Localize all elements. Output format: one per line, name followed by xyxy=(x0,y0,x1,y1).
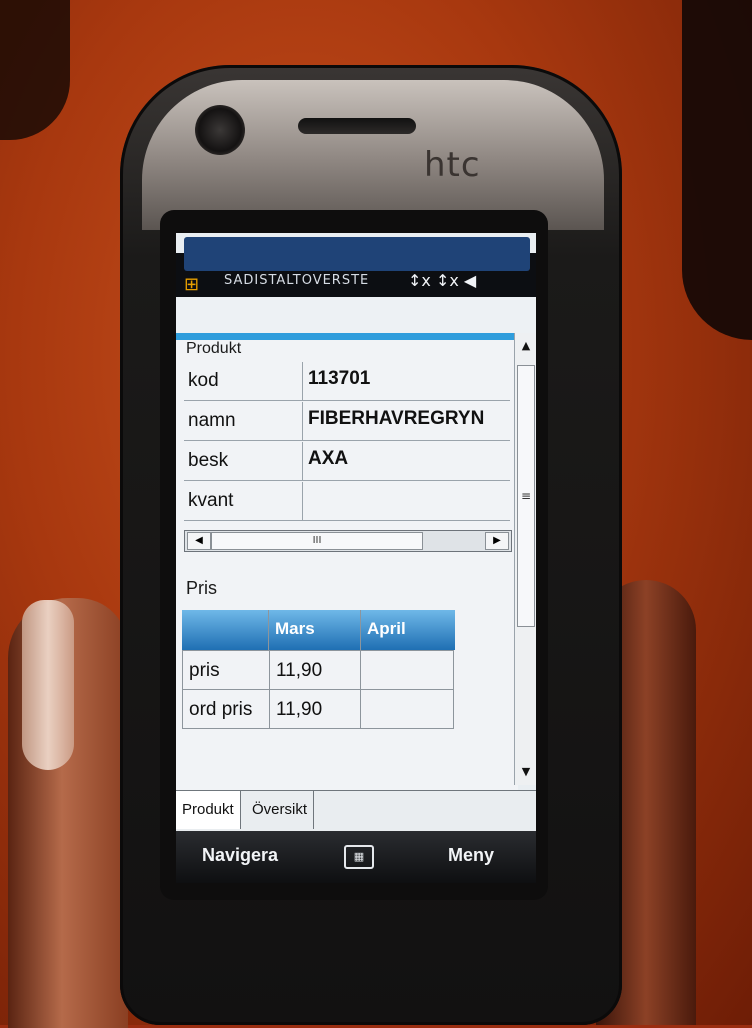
scroll-down-icon[interactable]: ▼ xyxy=(517,761,535,783)
row-value: FIBERHAVREGRYN xyxy=(308,408,485,429)
scroll-left-icon[interactable]: ◀ xyxy=(187,532,211,550)
speaker-grille xyxy=(298,118,416,134)
windows-start-icon[interactable]: ⊞ xyxy=(184,275,212,295)
table-header-cell: Mars xyxy=(268,610,361,650)
grid-row[interactable]: kvant xyxy=(184,482,510,521)
scroll-thumb[interactable]: ≡ xyxy=(517,365,535,627)
window-title: SADISTALTOVERSTE xyxy=(224,273,370,288)
row-key: kod xyxy=(188,370,219,391)
navigera-softkey[interactable]: Navigera xyxy=(202,845,278,866)
section-label-produkt: Produkt xyxy=(186,340,242,357)
table-header-cell xyxy=(182,610,268,650)
scroll-thumb[interactable]: III xyxy=(211,532,423,550)
column-divider xyxy=(302,402,303,440)
column-divider xyxy=(302,442,303,480)
section-label-pris: Pris xyxy=(186,578,217,598)
table-cell[interactable]: 11,90 xyxy=(269,650,361,690)
phone-top-chrome xyxy=(142,80,604,230)
table-cell[interactable]: 11,90 xyxy=(269,689,361,729)
column-divider xyxy=(302,362,303,400)
grid-row[interactable]: namn FIBERHAVREGRYN xyxy=(184,402,510,441)
scroll-up-icon[interactable]: ▲ xyxy=(517,335,535,357)
table-cell[interactable] xyxy=(360,689,454,729)
keyboard-icon[interactable]: ▦ xyxy=(344,845,374,869)
table-row-label: pris xyxy=(182,650,270,690)
content-pane: Produkt kod 113701 namn FIBERHAVREGRYN b… xyxy=(176,340,518,790)
subheader-bar xyxy=(176,297,536,340)
title-redaction-overlay xyxy=(184,237,530,271)
row-value: AXA xyxy=(308,448,349,469)
status-tray-icons[interactable]: ↕x ↕x ◀ xyxy=(408,271,476,290)
brand-logo: htc xyxy=(424,145,481,185)
row-key: namn xyxy=(188,410,236,431)
column-divider xyxy=(302,482,303,520)
meny-softkey[interactable]: Meny xyxy=(448,845,494,866)
scroll-right-icon[interactable]: ▶ xyxy=(485,532,509,550)
tab-bar: Produkt Översikt xyxy=(176,790,536,831)
horizontal-scrollbar[interactable]: ◀ III ▶ xyxy=(184,530,512,552)
vertical-scrollbar[interactable]: ▲ ≡ ▼ xyxy=(514,333,536,785)
table-cell[interactable] xyxy=(360,650,454,690)
softkey-bar: Navigera ▦ Meny xyxy=(176,831,536,883)
table-header-cell: April xyxy=(360,610,455,650)
row-key: besk xyxy=(188,450,229,471)
grid-row[interactable]: kod 113701 xyxy=(184,362,510,401)
row-key: kvant xyxy=(188,490,234,511)
table-row-label: ord pris xyxy=(182,689,270,729)
phone-screen: ⊞ SADISTALTOVERSTE ↕x ↕x ◀ Produkt kod 1… xyxy=(176,233,536,883)
tab-produkt[interactable]: Produkt xyxy=(176,791,241,829)
grid-row[interactable]: besk AXA xyxy=(184,442,510,481)
camera-icon xyxy=(195,105,245,155)
background-shadow xyxy=(682,0,752,340)
row-value: 113701 xyxy=(308,368,371,389)
tab-oversikt[interactable]: Översikt xyxy=(246,791,315,829)
fingernail xyxy=(22,600,74,770)
